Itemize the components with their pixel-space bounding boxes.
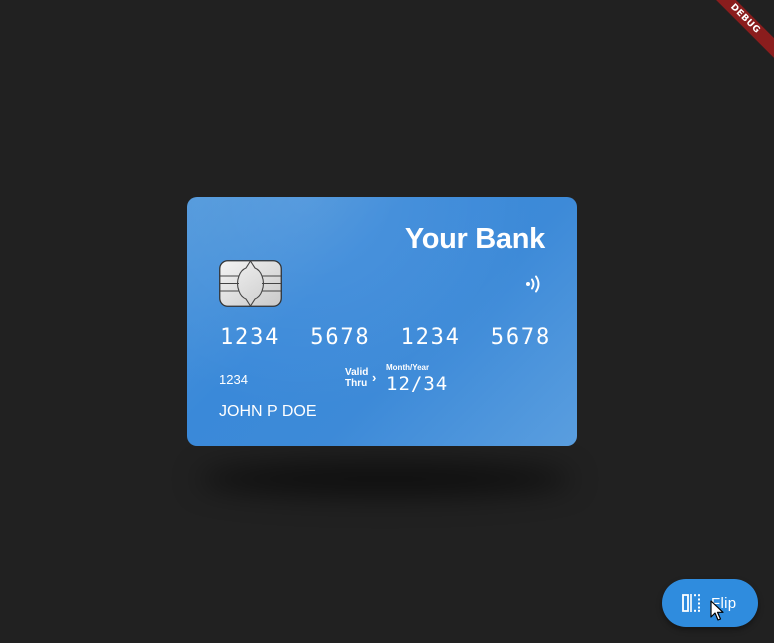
month-year-label: Month/Year (386, 363, 430, 372)
card-shadow (198, 462, 572, 496)
card-holder-name: JOHN P DOE (219, 403, 317, 420)
flip-icon (682, 594, 700, 612)
debug-banner-label: DEBUG (694, 0, 774, 70)
expiry-date: 12/34 (386, 373, 449, 395)
debug-banner: DEBUG (684, 0, 774, 90)
contactless-icon (526, 275, 540, 293)
chevron-right-icon: › (372, 370, 377, 385)
flip-button-label: Flip (711, 594, 737, 612)
valid-thru-label: Valid Thru (345, 367, 368, 389)
thru-label: Thru (345, 378, 368, 389)
valid-label: Valid (345, 367, 369, 378)
flip-button[interactable]: Flip (662, 579, 758, 627)
credit-card[interactable]: Your Bank 1234 5678 1234 5678 1234 Valid… (187, 197, 577, 446)
bank-name: Your Bank (404, 223, 545, 255)
card-first-digits: 1234 (219, 372, 248, 387)
card-number: 1234 5678 1234 5678 (220, 325, 551, 350)
chip-icon (219, 260, 282, 307)
